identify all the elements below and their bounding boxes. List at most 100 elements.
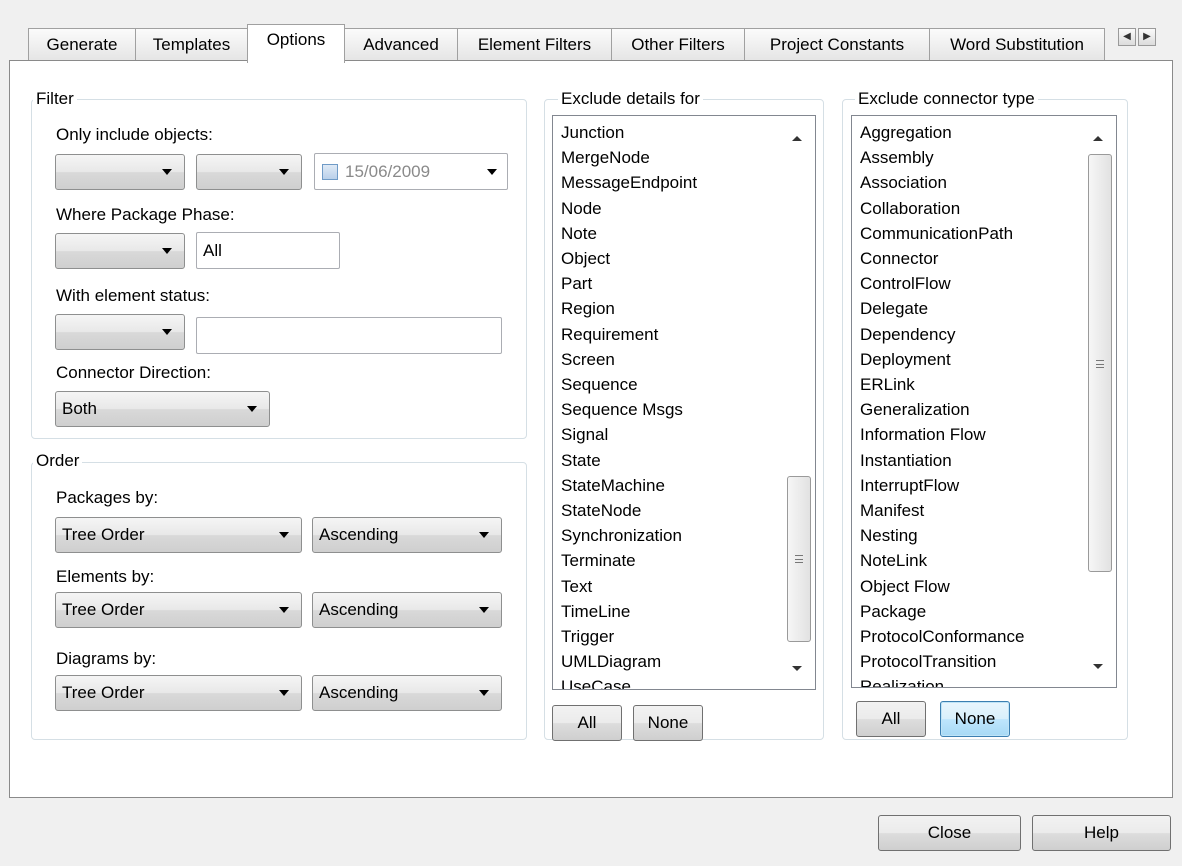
chevron-down-icon[interactable] [487, 169, 497, 175]
elements-order-combo[interactable]: Ascending [312, 592, 502, 628]
list-item[interactable]: Realization [860, 674, 1024, 687]
list-item[interactable]: Requirement [561, 322, 697, 347]
chevron-down-icon [279, 607, 289, 613]
list-item[interactable]: Terminate [561, 548, 697, 573]
tab-templates[interactable]: Templates [135, 28, 248, 62]
connector-scroll-thumb[interactable] [1088, 154, 1112, 572]
list-item[interactable]: Junction [561, 120, 697, 145]
list-item[interactable]: Sequence [561, 372, 697, 397]
scroll-right-icon[interactable]: ▶ [1138, 28, 1156, 46]
list-item[interactable]: Part [561, 271, 697, 296]
list-item[interactable]: StateMachine [561, 473, 697, 498]
list-item[interactable]: Information Flow [860, 422, 1024, 447]
tab-generate[interactable]: Generate [28, 28, 136, 62]
scroll-up-icon[interactable] [792, 136, 802, 141]
scroll-down-icon[interactable] [792, 666, 802, 671]
tab-other-filters[interactable]: Other Filters [611, 28, 745, 62]
only-include-label: Only include objects: [56, 125, 213, 144]
list-item[interactable]: Collaboration [860, 196, 1024, 221]
list-item[interactable]: Note [561, 221, 697, 246]
details-none-button[interactable]: None [633, 705, 703, 741]
tab-word-substitution[interactable]: Word Substitution [929, 28, 1105, 62]
list-item[interactable]: Delegate [860, 296, 1024, 321]
chevron-down-icon [279, 169, 289, 175]
list-item[interactable]: Generalization [860, 397, 1024, 422]
diagrams-order-combo[interactable]: Ascending [312, 675, 502, 711]
list-item[interactable]: Synchronization [561, 523, 697, 548]
chevron-down-icon [479, 532, 489, 538]
list-item[interactable]: Object Flow [860, 574, 1024, 599]
list-item[interactable]: Signal [561, 422, 697, 447]
list-item[interactable]: NoteLink [860, 548, 1024, 573]
list-item[interactable]: InterruptFlow [860, 473, 1024, 498]
list-item[interactable]: UseCase [561, 674, 697, 689]
list-item[interactable]: Node [561, 196, 697, 221]
exclude-details-list[interactable]: Junction MergeNode MessageEndpoint Node Note… [552, 115, 816, 690]
date-value: 15/06/2009 [345, 162, 431, 181]
list-item[interactable]: Assembly [860, 145, 1024, 170]
list-item[interactable]: Deployment [860, 347, 1024, 372]
details-all-button[interactable]: All [552, 705, 622, 741]
list-item[interactable]: Region [561, 296, 697, 321]
scroll-up-icon[interactable] [1093, 136, 1103, 141]
scroll-down-icon[interactable] [1093, 664, 1103, 669]
list-item[interactable]: ProtocolTransition [860, 649, 1024, 674]
list-item[interactable]: CommunicationPath [860, 221, 1024, 246]
packages-order-combo[interactable]: Ascending [312, 517, 502, 553]
chevron-down-icon [162, 169, 172, 175]
list-item[interactable]: Association [860, 170, 1024, 195]
status-input[interactable] [196, 317, 502, 354]
list-item[interactable]: Screen [561, 347, 697, 372]
order-group-title: Order [33, 451, 83, 471]
list-item[interactable]: Manifest [860, 498, 1024, 523]
chevron-down-icon [479, 690, 489, 696]
help-button[interactable]: Help [1032, 815, 1171, 851]
only-include-combo-1[interactable] [55, 154, 185, 190]
diagrams-by-combo[interactable]: Tree Order [55, 675, 302, 711]
list-item[interactable]: Trigger [561, 624, 697, 649]
details-scroll-thumb[interactable] [787, 476, 811, 642]
connector-all-button[interactable]: All [856, 701, 926, 737]
connector-direction-combo[interactable]: Both [55, 391, 270, 427]
tab-strip: Generate Templates Options Advanced Elem… [28, 24, 1178, 63]
list-item[interactable]: ControlFlow [860, 271, 1024, 296]
packages-by-combo[interactable]: Tree Order [55, 517, 302, 553]
list-item[interactable]: TimeLine [561, 599, 697, 624]
list-item[interactable]: Object [561, 246, 697, 271]
list-item[interactable]: MessageEndpoint [561, 170, 697, 195]
list-item[interactable]: UMLDiagram [561, 649, 697, 674]
tab-advanced[interactable]: Advanced [344, 28, 458, 62]
combo-value: Tree Order [62, 600, 145, 619]
tab-options[interactable]: Options [247, 24, 345, 63]
list-item[interactable]: ProtocolConformance [860, 624, 1024, 649]
details-scrollbar[interactable] [780, 116, 815, 689]
connector-none-button[interactable]: None [940, 701, 1010, 737]
only-include-combo-2[interactable] [196, 154, 302, 190]
phase-operator-combo[interactable] [55, 233, 185, 269]
list-item[interactable]: Text [561, 574, 697, 599]
list-item[interactable]: Nesting [860, 523, 1024, 548]
phase-input[interactable]: All [196, 232, 340, 269]
close-button[interactable]: Close [878, 815, 1021, 851]
list-item[interactable]: Package [860, 599, 1024, 624]
elements-by-combo[interactable]: Tree Order [55, 592, 302, 628]
list-item[interactable]: Aggregation [860, 120, 1024, 145]
list-item[interactable]: State [561, 448, 697, 473]
status-operator-combo[interactable] [55, 314, 185, 350]
list-item[interactable]: ERLink [860, 372, 1024, 397]
tab-element-filters[interactable]: Element Filters [457, 28, 612, 62]
tab-project-constants[interactable]: Project Constants [744, 28, 930, 62]
packages-by-label: Packages by: [56, 488, 159, 507]
checkbox-icon[interactable] [322, 164, 338, 180]
exclude-connector-list[interactable]: Aggregation Assembly Association Collaborat… [851, 115, 1117, 688]
list-item[interactable]: Connector [860, 246, 1024, 271]
list-item[interactable]: Instantiation [860, 448, 1024, 473]
list-item[interactable]: Sequence Msgs [561, 397, 697, 422]
combo-value: Ascending [319, 525, 399, 544]
list-item[interactable]: StateNode [561, 498, 697, 523]
scroll-left-icon[interactable]: ◀ [1118, 28, 1136, 46]
date-picker[interactable]: 15/06/2009 [314, 153, 508, 190]
connector-scrollbar[interactable] [1081, 116, 1116, 687]
list-item[interactable]: Dependency [860, 322, 1024, 347]
list-item[interactable]: MergeNode [561, 145, 697, 170]
